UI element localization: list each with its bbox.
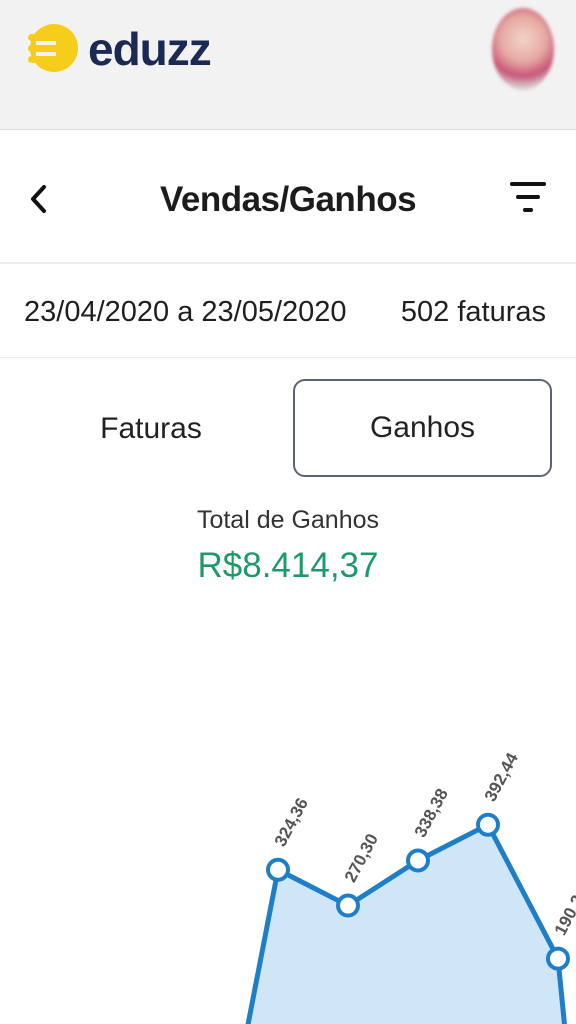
chart-data-label: 324,36	[271, 795, 312, 850]
chart-point[interactable]	[266, 857, 290, 882]
brand-name: eduzz	[88, 23, 212, 75]
chart-data-label: 338,38	[411, 786, 452, 841]
period-summary: 23/04/2020 a 23/05/2020 502 faturas	[0, 266, 576, 358]
page-title: Vendas/Ganhos	[159, 180, 417, 219]
chart-data-label: 190,2	[551, 892, 576, 938]
chart-point[interactable]	[336, 893, 360, 918]
eduzz-logo-icon	[28, 24, 78, 72]
date-range[interactable]: 23/04/2020 a 23/05/2020	[24, 296, 347, 329]
total-label: Total de Ganhos	[196, 506, 380, 534]
chart-area-fill	[245, 824, 566, 1024]
chart-data-label: 392,44	[481, 749, 522, 804]
chart-point[interactable]	[546, 946, 570, 971]
user-avatar[interactable]	[492, 8, 554, 90]
filter-icon[interactable]	[508, 180, 548, 216]
tab-faturas[interactable]: Faturas	[20, 382, 282, 476]
page-titlebar: Vendas/Ganhos	[0, 134, 576, 264]
invoice-count: 502 faturas	[400, 296, 546, 328]
chart-data-label: 270,30	[341, 831, 382, 886]
chart-point[interactable]	[406, 848, 430, 873]
app-header: eduzz	[0, 0, 576, 130]
tab-ganhos[interactable]: Ganhos	[293, 379, 552, 477]
chart-point[interactable]	[476, 812, 500, 837]
view-tabs: Faturas Ganhos	[0, 378, 576, 478]
earnings-chart: 324,36 270,30 338,38 392,44 190,2	[0, 600, 576, 1024]
earnings-chart-svg: 324,36 270,30 338,38 392,44 190,2	[245, 749, 576, 1024]
total-value: R$8.414,37	[197, 546, 379, 585]
